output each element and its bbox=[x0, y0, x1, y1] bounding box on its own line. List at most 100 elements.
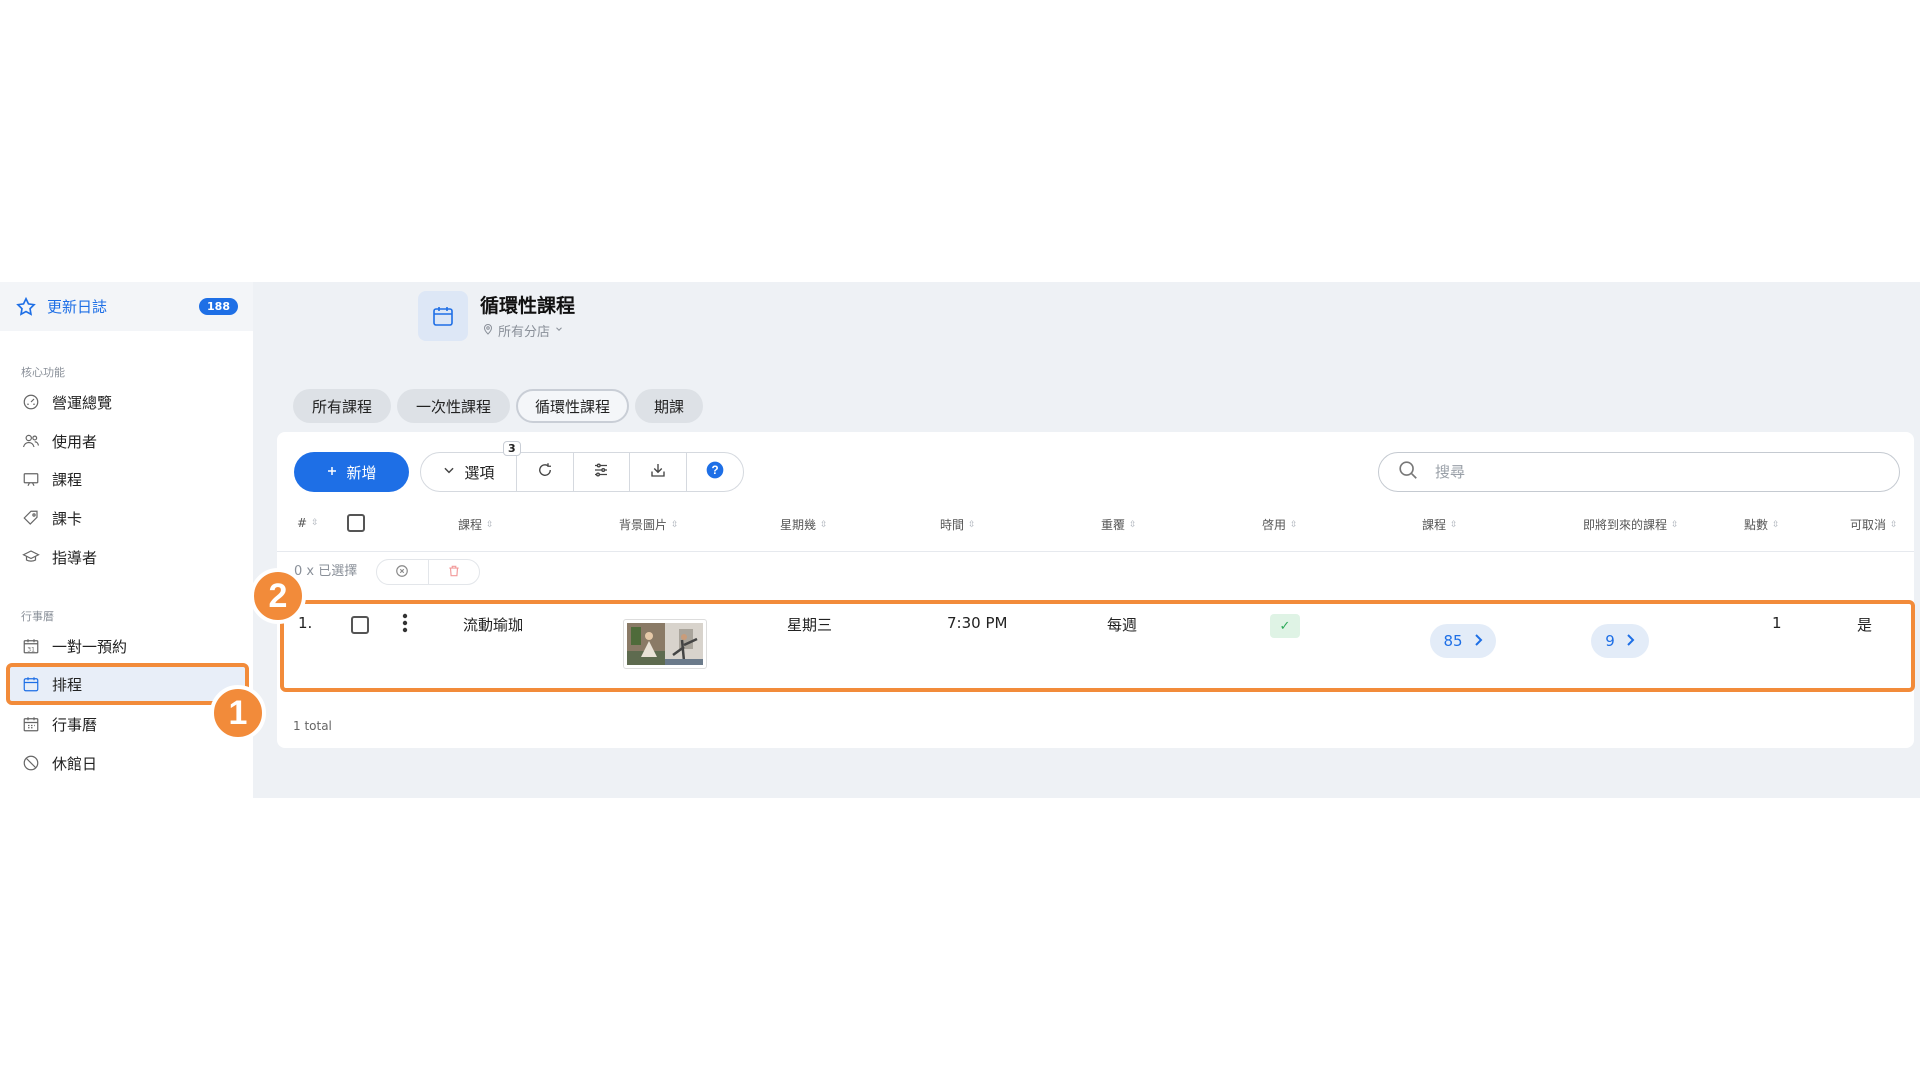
sidebar-item-instructors[interactable]: 指導者 bbox=[6, 538, 249, 576]
help-icon: ? bbox=[705, 460, 725, 484]
sidebar-item-class-cards[interactable]: 課卡 bbox=[6, 499, 249, 537]
row-weekday: 星期三 bbox=[787, 616, 833, 634]
column-header-background-image[interactable]: 背景圖片 ⇳ bbox=[619, 516, 679, 533]
row-index: 1. bbox=[298, 614, 313, 632]
sort-icon: ⇳ bbox=[1129, 519, 1137, 530]
plus-icon bbox=[326, 463, 338, 481]
course-count-pill[interactable]: 85 bbox=[1430, 624, 1496, 658]
sort-icon: ⇳ bbox=[1450, 519, 1458, 530]
monitor-icon bbox=[21, 469, 41, 489]
sort-icon: ⇳ bbox=[311, 518, 319, 528]
course-background-image bbox=[623, 619, 707, 669]
sidebar-item-label: 一對一預約 bbox=[52, 637, 128, 656]
block-icon bbox=[21, 753, 41, 773]
sort-icon: ⇳ bbox=[1890, 519, 1898, 530]
column-header-upcoming[interactable]: 即將到來的課程 ⇳ bbox=[1583, 516, 1679, 533]
sidebar-item-label: 課程 bbox=[52, 470, 83, 489]
sidebar-item-label: 課卡 bbox=[52, 509, 83, 528]
sliders-icon bbox=[592, 461, 610, 483]
search-box bbox=[1378, 452, 1900, 492]
location-selector[interactable]: 所有分店 bbox=[482, 321, 564, 340]
column-header-cancellable[interactable]: 可取消 ⇳ bbox=[1850, 516, 1898, 533]
graduation-cap-icon bbox=[21, 547, 41, 567]
sidebar-item-label: 休館日 bbox=[52, 754, 98, 773]
calendar-31-icon: 31 bbox=[21, 636, 41, 656]
column-header-points[interactable]: 點數 ⇳ bbox=[1744, 516, 1780, 533]
chevron-right-icon bbox=[1473, 632, 1483, 650]
sort-icon: ⇳ bbox=[1772, 519, 1780, 530]
column-label: 點數 bbox=[1744, 518, 1769, 532]
row-checkbox[interactable] bbox=[351, 616, 369, 634]
course-table-card: 新增 選項 3 ? 搜尋 # ⇳ 課程 ⇳ 背景圖片 ⇳ 星期幾 ⇳ 時間 ⇳ … bbox=[277, 432, 1915, 748]
tab-term-courses[interactable]: 期課 bbox=[635, 389, 704, 423]
row-points: 1 bbox=[1772, 614, 1782, 632]
row-repeat: 每週 bbox=[1107, 616, 1138, 634]
sidebar-item-label: 排程 bbox=[52, 675, 83, 694]
sidebar-item-closed-days[interactable]: 休館日 bbox=[6, 744, 249, 782]
column-header-enabled[interactable]: 啓用 ⇳ bbox=[1262, 516, 1298, 533]
filter-button[interactable] bbox=[572, 453, 630, 491]
app-window: 更新日誌 188 核心功能 營運總覽 使用者 課程 課卡 指導者 行事曆 31 … bbox=[0, 282, 1920, 798]
options-button[interactable]: 選項 3 bbox=[421, 441, 521, 491]
changelog-link[interactable]: 更新日誌 188 bbox=[0, 282, 253, 331]
download-icon bbox=[649, 461, 667, 483]
tag-icon bbox=[21, 508, 41, 528]
download-button[interactable] bbox=[629, 453, 686, 491]
total-count: 1 total bbox=[293, 719, 332, 733]
search-input[interactable] bbox=[1433, 462, 1873, 482]
sidebar-item-one-on-one[interactable]: 31 一對一預約 bbox=[6, 627, 249, 665]
column-label: 時間 bbox=[940, 518, 965, 532]
column-header-index[interactable]: # ⇳ bbox=[297, 516, 319, 530]
column-header-course[interactable]: 課程 ⇳ bbox=[458, 516, 494, 533]
add-button[interactable]: 新增 bbox=[294, 452, 409, 492]
column-header-repeat[interactable]: 重覆 ⇳ bbox=[1101, 516, 1137, 533]
column-header-course-count[interactable]: 課程 ⇳ bbox=[1422, 516, 1458, 533]
column-label: 背景圖片 bbox=[619, 518, 668, 532]
help-button[interactable]: ? bbox=[686, 453, 743, 491]
tab-recurring-courses[interactable]: 循環性課程 bbox=[516, 389, 630, 423]
course-count-value: 85 bbox=[1443, 632, 1463, 650]
row-time: 7:30 PM bbox=[947, 614, 1008, 632]
row-cancellable: 是 bbox=[1857, 616, 1873, 634]
row-menu-button[interactable] bbox=[402, 612, 408, 638]
add-button-label: 新增 bbox=[346, 463, 377, 482]
select-all-checkbox[interactable] bbox=[347, 514, 365, 532]
sidebar-item-courses[interactable]: 課程 bbox=[6, 460, 249, 498]
clear-selection-button[interactable] bbox=[377, 560, 428, 584]
calendar-grid-icon bbox=[21, 714, 41, 734]
map-pin-icon bbox=[482, 322, 494, 340]
sidebar-item-users[interactable]: 使用者 bbox=[6, 422, 249, 460]
search-icon bbox=[1397, 459, 1419, 485]
table-row[interactable] bbox=[280, 600, 1915, 692]
sort-icon: ⇳ bbox=[968, 519, 976, 530]
tab-one-time-courses[interactable]: 一次性課程 bbox=[397, 389, 511, 423]
refresh-icon bbox=[536, 461, 554, 483]
section-title-calendar: 行事曆 bbox=[21, 610, 54, 623]
column-label: # bbox=[297, 516, 308, 530]
column-header-time[interactable]: 時間 ⇳ bbox=[940, 516, 976, 533]
course-type-tabs: 所有課程 一次性課程 循環性課程 期課 bbox=[293, 389, 704, 423]
column-header-weekday[interactable]: 星期幾 ⇳ bbox=[780, 516, 828, 533]
tab-all-courses[interactable]: 所有課程 bbox=[293, 389, 392, 423]
gauge-icon bbox=[21, 392, 41, 412]
column-label: 課程 bbox=[458, 518, 483, 532]
sort-icon: ⇳ bbox=[820, 519, 828, 530]
sort-icon: ⇳ bbox=[486, 519, 494, 530]
upcoming-course-pill[interactable]: 9 bbox=[1591, 624, 1649, 658]
svg-text:31: 31 bbox=[27, 646, 35, 653]
column-label: 重覆 bbox=[1101, 518, 1126, 532]
row-course-name: 流動瑜珈 bbox=[463, 616, 524, 634]
calendar-icon bbox=[21, 674, 41, 694]
header-divider bbox=[277, 551, 1914, 552]
delete-selected-button[interactable] bbox=[427, 560, 480, 584]
selection-count: 0 x 已選擇 bbox=[294, 564, 358, 579]
trash-icon bbox=[447, 563, 461, 582]
column-label: 即將到來的課程 bbox=[1583, 518, 1668, 532]
page-calendar-icon bbox=[418, 291, 468, 341]
chevron-down-icon bbox=[554, 323, 564, 338]
refresh-button[interactable] bbox=[515, 453, 573, 491]
users-icon bbox=[21, 431, 41, 451]
sidebar-item-label: 指導者 bbox=[52, 548, 98, 567]
sidebar-item-dashboard[interactable]: 營運總覽 bbox=[6, 383, 249, 421]
column-label: 課程 bbox=[1422, 518, 1447, 532]
